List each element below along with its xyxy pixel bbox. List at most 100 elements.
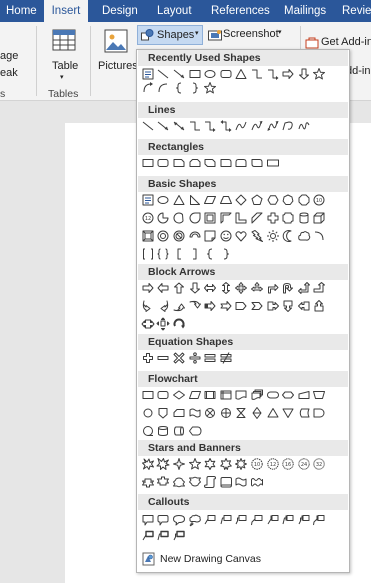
line-callout2-icon[interactable] (218, 512, 234, 527)
stored-data-icon[interactable] (296, 405, 312, 420)
rounded-rect-icon[interactable] (156, 155, 172, 170)
line-callout3-icon[interactable] (234, 512, 250, 527)
star4-icon[interactable] (171, 456, 187, 471)
moon-icon[interactable] (280, 228, 296, 243)
rounded-rect-icon[interactable] (218, 66, 234, 81)
elbow-double-icon[interactable] (218, 118, 234, 133)
brace-right-icon[interactable] (187, 80, 203, 95)
terminator-icon[interactable] (265, 387, 281, 402)
dodecagon-icon[interactable]: 12 (140, 210, 156, 225)
line-callout4-icon[interactable] (249, 512, 265, 527)
double-wave-icon[interactable] (249, 474, 265, 489)
explosion1-icon[interactable] (140, 456, 156, 471)
left-brace-icon[interactable] (202, 246, 218, 261)
border-callout1-icon[interactable] (140, 528, 156, 543)
curved-left-icon[interactable] (156, 298, 172, 313)
border-callout2-icon[interactable] (156, 528, 172, 543)
cloud-callout-icon[interactable] (187, 512, 203, 527)
vertical-scroll-icon[interactable] (202, 474, 218, 489)
sort-icon[interactable] (249, 405, 265, 420)
or-icon[interactable] (218, 405, 234, 420)
curve-arrow-icon[interactable] (249, 118, 265, 133)
bent-up-arrow-icon[interactable] (312, 280, 328, 295)
snip-corner-icon[interactable] (171, 155, 187, 170)
preparation-icon[interactable] (280, 387, 296, 402)
diag-stripe-icon[interactable] (249, 210, 265, 225)
manual-operation-icon[interactable] (312, 387, 328, 402)
brace-pair-icon[interactable] (156, 246, 172, 261)
no-symbol-icon[interactable] (171, 228, 187, 243)
right-brace-icon[interactable] (218, 246, 234, 261)
teardrop-icon[interactable] (187, 210, 203, 225)
divide-icon[interactable] (187, 350, 203, 365)
round-same-icon[interactable] (234, 155, 250, 170)
border-callout3-icon[interactable] (171, 528, 187, 543)
star24-icon[interactable]: 24 (296, 456, 312, 471)
textbox-icon[interactable] (140, 192, 156, 207)
accent-callout2-icon[interactable] (280, 512, 296, 527)
chevron-icon[interactable] (249, 298, 265, 313)
curved-right-icon[interactable] (140, 298, 156, 313)
elbow-icon[interactable] (187, 118, 203, 133)
elbow-arrow-icon[interactable] (202, 118, 218, 133)
offpage-icon[interactable] (156, 405, 172, 420)
equal-icon[interactable] (202, 350, 218, 365)
arrow-line-icon[interactable] (171, 66, 187, 81)
tab-design[interactable]: Design (102, 0, 142, 22)
scribble-icon[interactable] (296, 118, 312, 133)
pentagon-icon[interactable] (249, 192, 265, 207)
shapes-button[interactable]: Shapes ▾ (137, 25, 203, 45)
oval-icon[interactable] (202, 66, 218, 81)
card-icon[interactable] (171, 405, 187, 420)
half-frame-icon[interactable] (218, 210, 234, 225)
accent-callout3-icon[interactable] (296, 512, 312, 527)
curved-ribbon-down-icon[interactable] (187, 474, 203, 489)
star12-icon[interactable]: 12 (265, 456, 281, 471)
right-arrow-icon[interactable] (140, 280, 156, 295)
alt-process-icon[interactable] (156, 387, 172, 402)
left-right-arrow-icon[interactable] (202, 280, 218, 295)
explosion2-icon[interactable] (156, 456, 172, 471)
pie-icon[interactable] (156, 210, 172, 225)
curve-icon[interactable] (234, 118, 250, 133)
diamond-icon[interactable] (234, 192, 250, 207)
frame-icon[interactable] (202, 210, 218, 225)
new-drawing-canvas-item[interactable]: New Drawing Canvas (138, 550, 348, 570)
right-arrow-icon[interactable] (280, 66, 296, 81)
bracket-pair-icon[interactable] (140, 246, 156, 261)
plus-icon[interactable] (140, 350, 156, 365)
star5-icon[interactable] (187, 456, 203, 471)
star8-icon[interactable] (234, 456, 250, 471)
round-diag-icon[interactable] (249, 155, 265, 170)
accent-callout1-icon[interactable] (265, 512, 281, 527)
quad-callout-icon[interactable] (156, 316, 172, 331)
bent-arrow-icon[interactable] (265, 280, 281, 295)
horizontal-scroll-icon[interactable] (218, 474, 234, 489)
arc-icon[interactable] (312, 228, 328, 243)
line-callout1-icon[interactable] (202, 512, 218, 527)
hexagon-icon[interactable] (265, 192, 281, 207)
up-arrow-icon[interactable] (171, 280, 187, 295)
down-arrow-icon[interactable] (296, 66, 312, 81)
accent-callout4-icon[interactable] (312, 512, 328, 527)
multidocument-icon[interactable] (249, 387, 265, 402)
pictures-button[interactable]: Pictures (96, 26, 138, 86)
direct-access-icon[interactable] (171, 423, 187, 438)
elbow-arrow-icon[interactable] (265, 66, 281, 81)
display-icon[interactable] (187, 423, 203, 438)
curved-up-icon[interactable] (171, 298, 187, 313)
trapezoid-icon[interactable] (218, 192, 234, 207)
ribbon-up-icon[interactable] (140, 474, 156, 489)
right-triangle-icon[interactable] (187, 192, 203, 207)
can-icon[interactable] (296, 210, 312, 225)
internal-storage-icon[interactable] (218, 387, 234, 402)
sun-icon[interactable] (265, 228, 281, 243)
double-arrow-icon[interactable] (171, 118, 187, 133)
textbox-icon[interactable] (140, 66, 156, 81)
predefined-icon[interactable] (202, 387, 218, 402)
snip-same-icon[interactable] (187, 155, 203, 170)
left-right-callout-icon[interactable] (140, 316, 156, 331)
brace-left-icon[interactable] (171, 80, 187, 95)
rect-callout-icon[interactable] (140, 512, 156, 527)
striped-right-icon[interactable] (202, 298, 218, 313)
